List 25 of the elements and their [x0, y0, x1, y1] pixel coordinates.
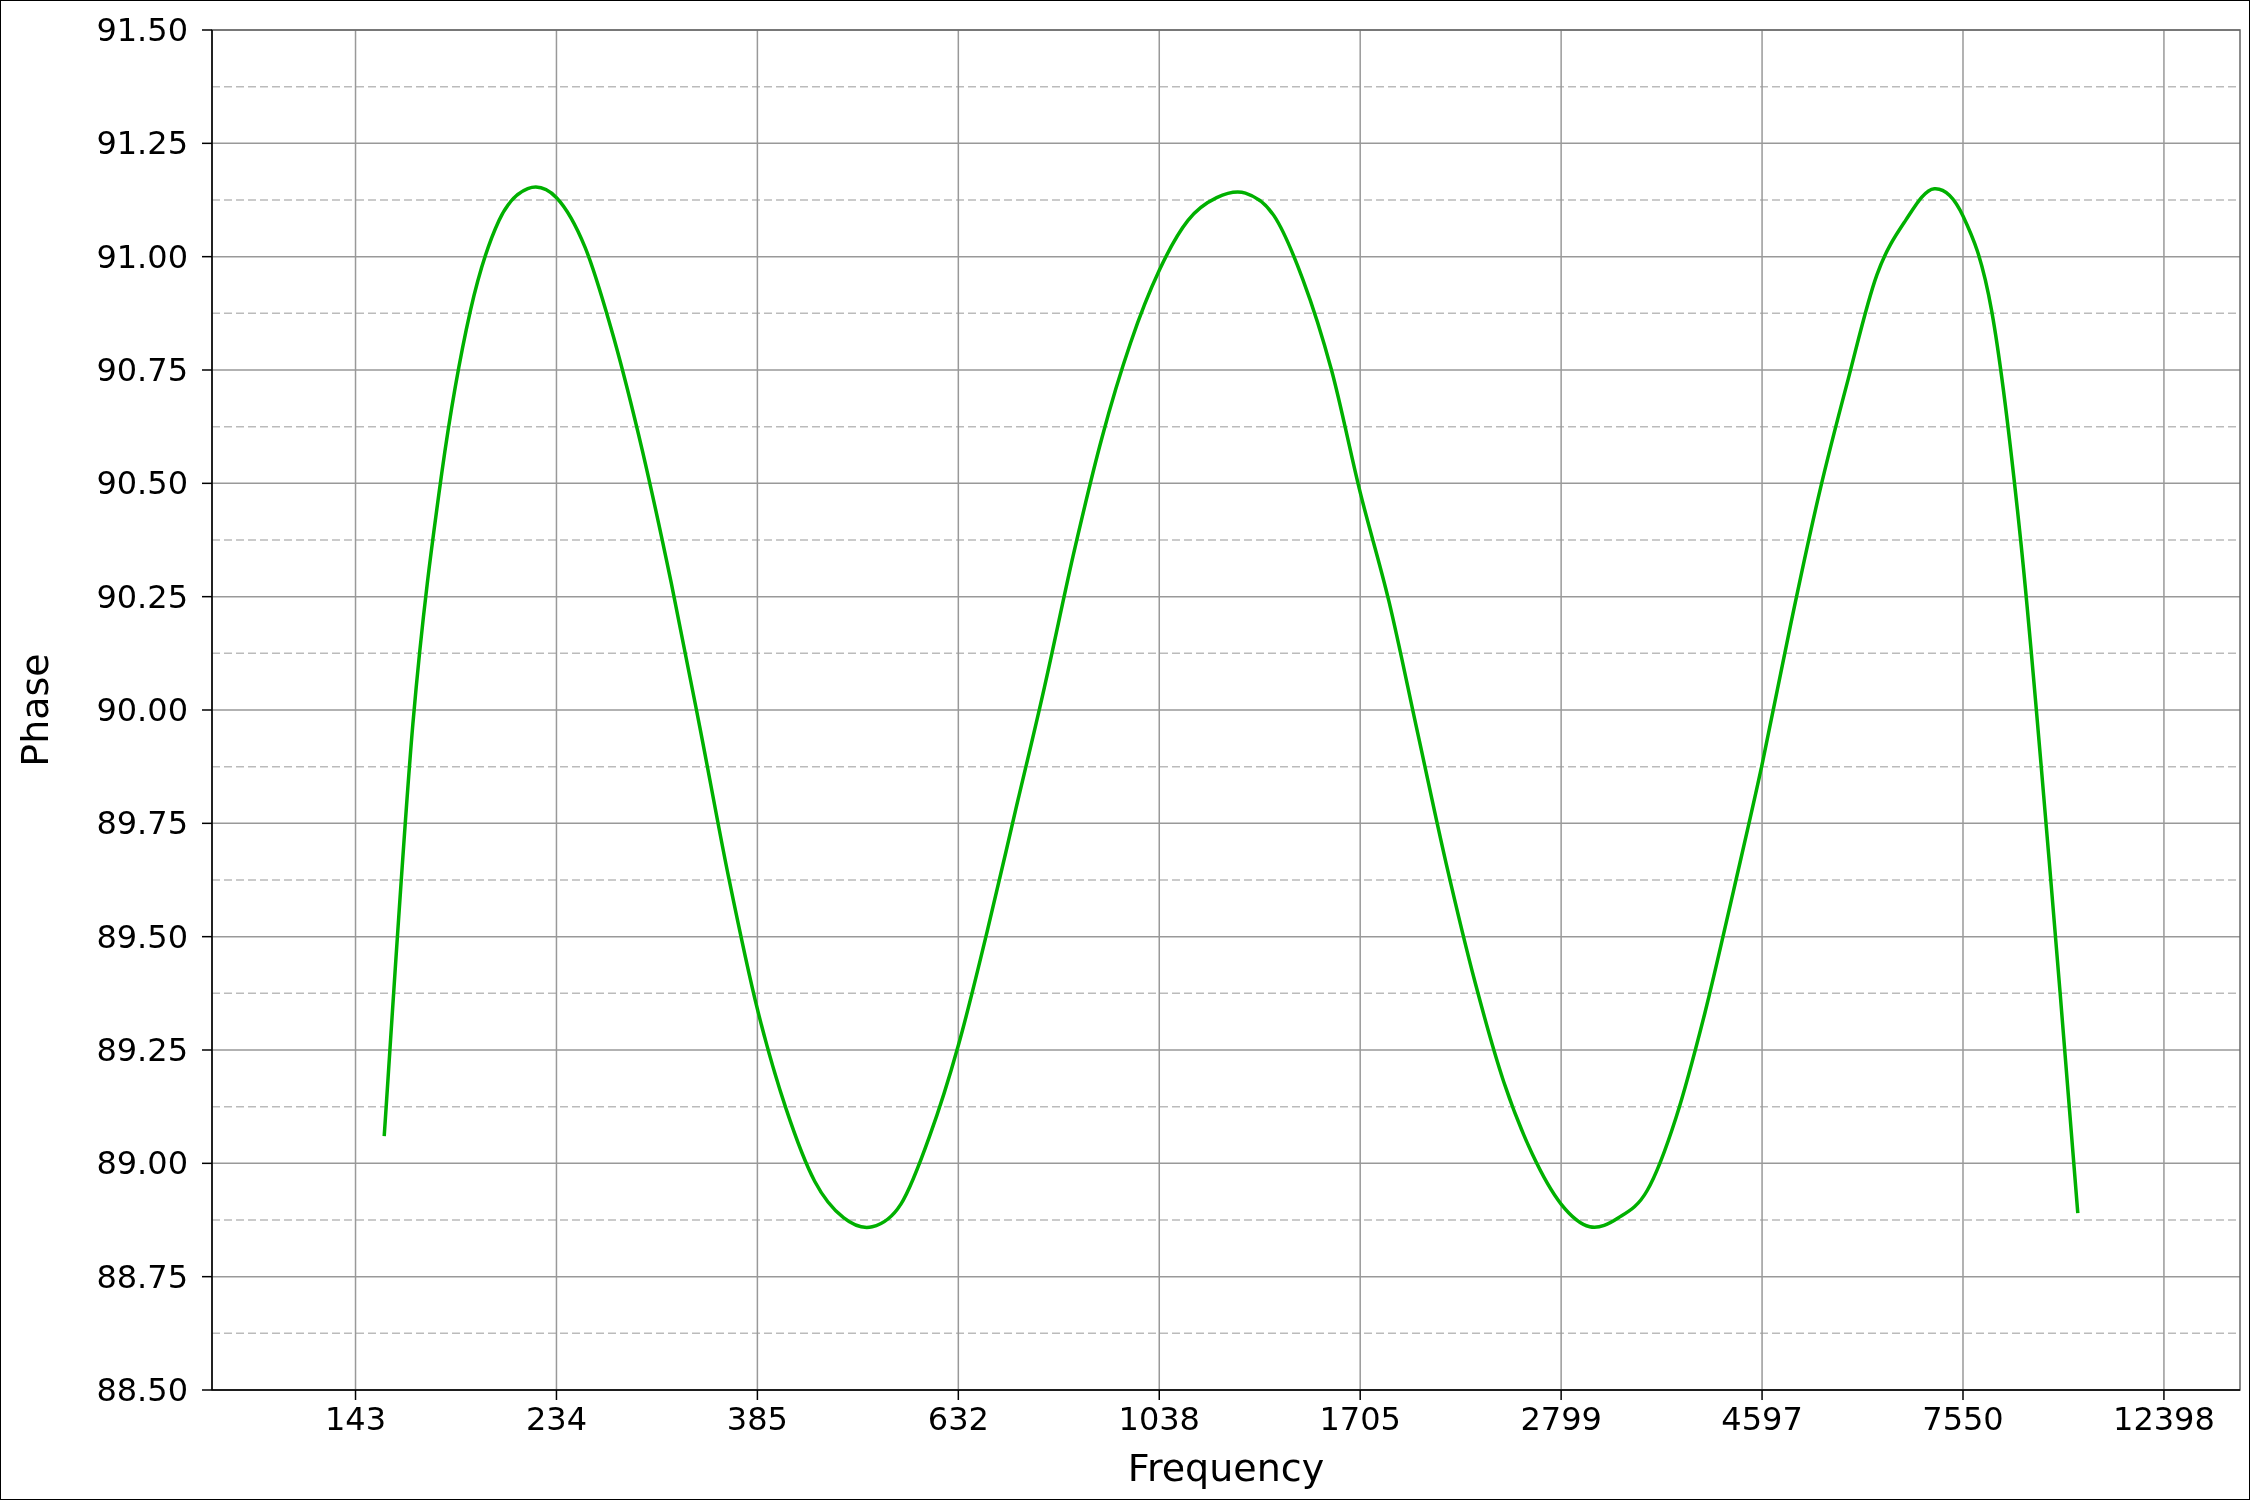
x-axis-label: Frequency [1127, 1446, 1325, 1490]
y-tick-label: 88.75 [96, 1257, 188, 1296]
y-tick-label: 91.25 [96, 124, 188, 163]
y-tick-label: 90.50 [96, 464, 188, 503]
y-tick-label: 89.00 [96, 1144, 188, 1183]
y-tick-label: 89.25 [96, 1031, 188, 1069]
y-tick-label: 91.00 [96, 237, 188, 276]
y-tick-label: 90.25 [96, 577, 188, 616]
x-tick-label: 1038 [1118, 1400, 1200, 1438]
x-tick-label: 2799 [1520, 1400, 1602, 1438]
y-tick-label: 90.75 [96, 351, 188, 389]
y-tick-label: 89.75 [96, 804, 188, 843]
y-axis-label: Phase [13, 653, 57, 767]
x-tick-label: 632 [927, 1400, 989, 1438]
y-tick-label: 91.50 [96, 11, 188, 49]
y-tick-label: 88.50 [96, 1371, 188, 1409]
x-tick-label: 234 [525, 1400, 587, 1438]
x-tick-label: 385 [726, 1400, 788, 1438]
x-tick-label: 143 [325, 1400, 387, 1438]
x-tick-label: 1705 [1319, 1400, 1401, 1438]
y-tick-label: 89.50 [96, 917, 188, 956]
x-tick-label: 7550 [1922, 1400, 2004, 1438]
x-tick-label: 4597 [1721, 1400, 1803, 1438]
x-tick-label: 12398 [2113, 1400, 2215, 1438]
y-tick-label: 90.00 [96, 691, 188, 729]
